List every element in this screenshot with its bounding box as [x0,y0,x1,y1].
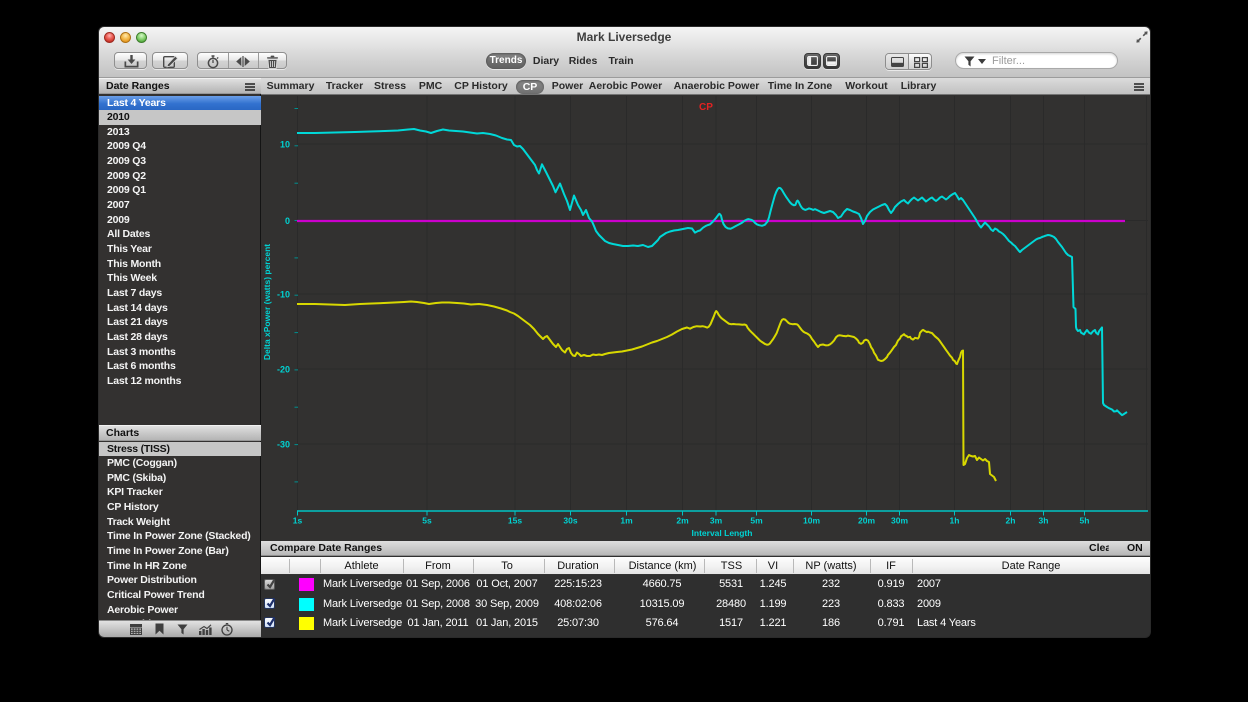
svg-text:-10: -10 [277,290,290,300]
svg-text:5s: 5s [422,516,432,526]
svg-text:CP: CP [699,102,713,113]
svg-text:10m: 10m [803,516,820,526]
svg-text:3m: 3m [710,516,723,526]
svg-text:20m: 20m [858,516,875,526]
svg-text:1s: 1s [293,516,303,526]
svg-text:-20: -20 [277,365,290,375]
svg-text:2h: 2h [1006,516,1016,526]
svg-text:15s: 15s [508,516,522,526]
svg-text:3h: 3h [1039,516,1049,526]
svg-text:5h: 5h [1080,516,1090,526]
svg-text:-30: -30 [277,440,290,450]
svg-text:1m: 1m [620,516,633,526]
svg-text:2m: 2m [676,516,689,526]
svg-text:5m: 5m [750,516,763,526]
svg-text:30m: 30m [891,516,908,526]
svg-text:1h: 1h [950,516,960,526]
svg-text:30s: 30s [563,516,577,526]
svg-text:10: 10 [280,140,290,150]
svg-text:0: 0 [285,216,290,226]
svg-text:Delta xPower (watts) percent: Delta xPower (watts) percent [262,244,272,360]
svg-text:Interval Length: Interval Length [692,528,753,538]
